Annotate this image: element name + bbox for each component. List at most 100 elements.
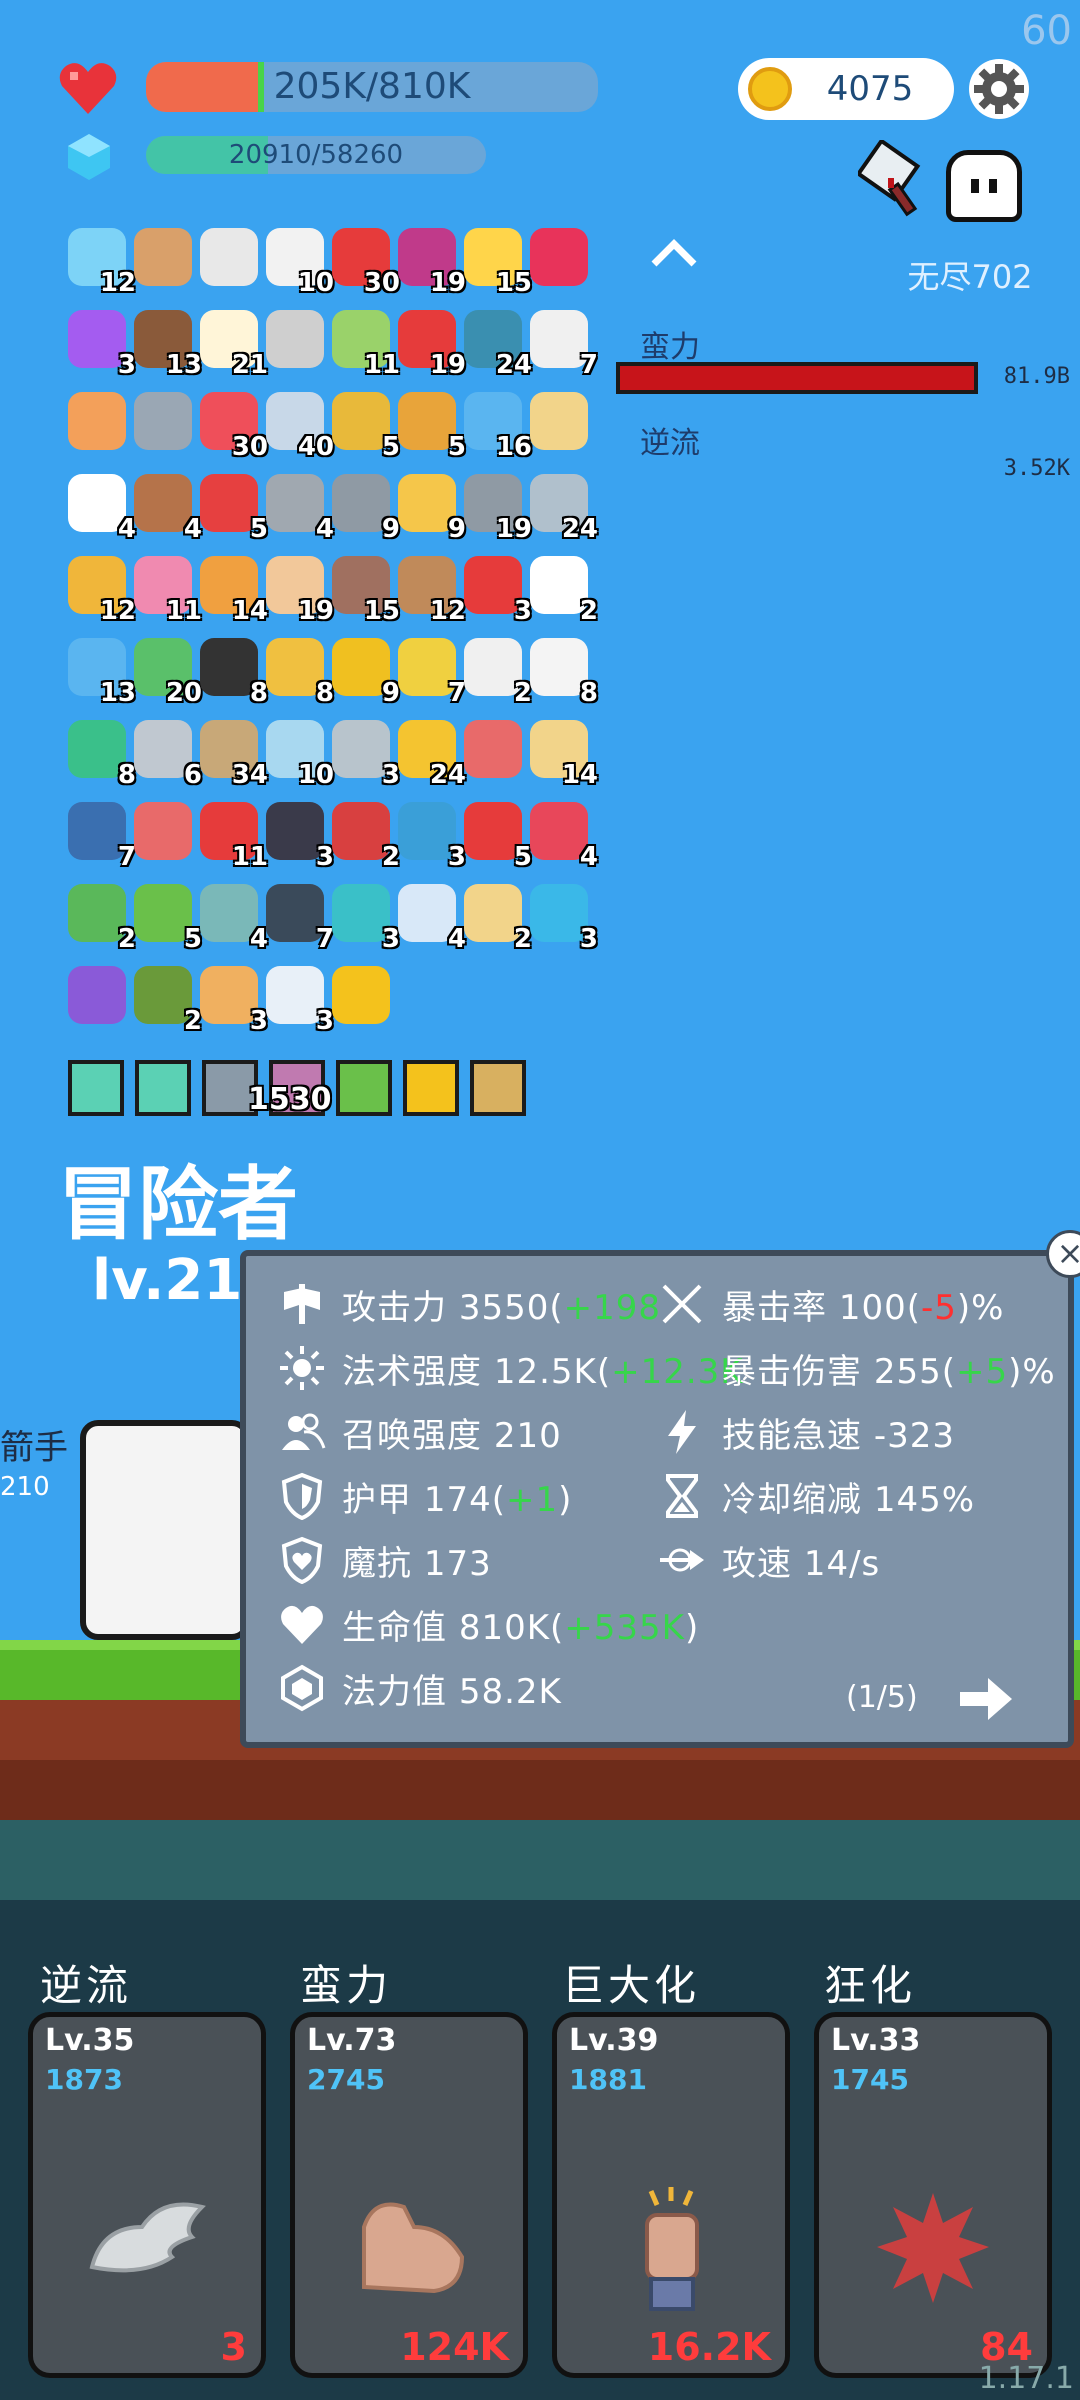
inventory-item[interactable]: 21 <box>196 306 268 380</box>
inventory-item[interactable]: 3 <box>460 552 532 626</box>
inventory-item[interactable]: 19 <box>460 470 532 544</box>
inventory-item[interactable]: 15 <box>460 224 532 298</box>
equipment-slot[interactable] <box>470 1060 526 1116</box>
inventory-item[interactable]: 24 <box>394 716 466 790</box>
mana-crystal-icon <box>281 1664 323 1712</box>
inventory-item[interactable]: 2 <box>328 798 400 872</box>
equipment-slot[interactable] <box>68 1060 124 1116</box>
inventory-item[interactable]: 9 <box>328 470 400 544</box>
inventory-item[interactable]: 24 <box>460 306 532 380</box>
inventory-item[interactable]: 3 <box>262 962 334 1036</box>
hero-sprite[interactable] <box>80 1420 250 1640</box>
inventory-item[interactable] <box>262 306 328 372</box>
inventory-item[interactable]: 4 <box>262 470 334 544</box>
inventory-item[interactable]: 9 <box>328 634 400 708</box>
inventory-item[interactable]: 10 <box>262 716 334 790</box>
inventory-item[interactable]: 3 <box>394 798 466 872</box>
inventory-item[interactable]: 19 <box>394 306 466 380</box>
inventory-item[interactable]: 13 <box>64 634 136 708</box>
inventory-item[interactable]: 2 <box>460 880 532 954</box>
inventory-item[interactable]: 3 <box>262 798 334 872</box>
magic-shield-icon <box>281 1536 323 1584</box>
inventory-item[interactable]: 19 <box>262 552 334 626</box>
inventory-item[interactable] <box>460 716 526 782</box>
inventory-item[interactable]: 8 <box>64 716 136 790</box>
inventory-item[interactable]: 2 <box>460 634 532 708</box>
equipment-slot[interactable] <box>135 1060 191 1116</box>
inventory-item[interactable]: 14 <box>196 552 268 626</box>
inventory-item[interactable]: 4 <box>196 880 268 954</box>
inventory-item[interactable]: 30 <box>328 224 400 298</box>
inventory-item[interactable]: 3 <box>328 716 400 790</box>
skill-card-brute-force[interactable]: Lv.73 2745 124K <box>290 2012 528 2378</box>
inventory-item[interactable]: 4 <box>130 470 202 544</box>
inventory-item[interactable]: 6 <box>130 716 202 790</box>
sun-icon <box>280 1346 324 1390</box>
inventory-item[interactable]: 2 <box>64 880 136 954</box>
inventory-item[interactable] <box>328 962 394 1028</box>
inventory-item[interactable]: 5 <box>460 798 532 872</box>
next-page-arrow-icon[interactable] <box>958 1676 1014 1722</box>
inventory-item[interactable]: 5 <box>394 388 466 462</box>
inventory-item[interactable]: 3 <box>64 306 136 380</box>
inventory-item[interactable] <box>130 798 196 864</box>
inventory-item[interactable]: 8 <box>196 634 268 708</box>
inventory-item[interactable]: 19 <box>394 224 466 298</box>
inventory-item[interactable]: 15 <box>328 552 400 626</box>
inventory-item[interactable] <box>526 388 592 454</box>
inventory-item[interactable] <box>130 224 196 290</box>
inventory-item[interactable]: 12 <box>394 552 466 626</box>
coin-icon <box>748 67 792 111</box>
inventory-item[interactable]: 5 <box>328 388 400 462</box>
gold-counter[interactable]: 4075 <box>738 58 954 120</box>
skill-card-berserk[interactable]: Lv.33 1745 84 <box>814 2012 1052 2378</box>
skill-points: 2745 <box>307 2063 385 2096</box>
skill-card-gigantify[interactable]: Lv.39 1881 16.2K <box>552 2012 790 2378</box>
inventory-item[interactable]: 11 <box>130 552 202 626</box>
inventory-item[interactable]: 12 <box>64 552 136 626</box>
inventory-item[interactable]: 5 <box>196 470 268 544</box>
inventory-item[interactable]: 16 <box>460 388 532 462</box>
skill-points: 1745 <box>831 2063 909 2096</box>
inventory-item[interactable] <box>196 224 262 290</box>
inventory-item[interactable]: 24 <box>526 470 598 544</box>
inventory-item[interactable]: 8 <box>262 634 334 708</box>
stat-mana: 法力值 58.2K <box>342 1672 562 1712</box>
inventory-item[interactable]: 20 <box>130 634 202 708</box>
inventory-item[interactable]: 3 <box>328 880 400 954</box>
inventory-item[interactable]: 40 <box>262 388 334 462</box>
inventory-item[interactable]: 4 <box>526 798 598 872</box>
settings-gear-icon[interactable] <box>966 56 1032 122</box>
inventory-item[interactable]: 34 <box>196 716 268 790</box>
inventory-item[interactable]: 13 <box>130 306 202 380</box>
skill-card-backflow[interactable]: Lv.35 1873 3 <box>28 2012 266 2378</box>
inventory-item[interactable]: 3 <box>526 880 598 954</box>
inventory-item[interactable]: 12 <box>64 224 136 298</box>
inventory-item[interactable] <box>130 388 196 454</box>
inventory-item[interactable]: 7 <box>394 634 466 708</box>
boss-health-bar <box>616 362 978 394</box>
inventory-item[interactable]: 11 <box>328 306 400 380</box>
inventory-item[interactable]: 2 <box>130 962 202 1036</box>
inventory-item[interactable]: 4 <box>64 470 136 544</box>
inventory-item[interactable]: 30 <box>196 388 268 462</box>
collapse-chevron-icon[interactable] <box>646 226 702 282</box>
inventory-item[interactable]: 11 <box>196 798 268 872</box>
inventory-item[interactable]: 7 <box>64 798 136 872</box>
inventory-item[interactable]: 5 <box>130 880 202 954</box>
inventory-item[interactable] <box>64 388 130 454</box>
inventory-item[interactable]: 7 <box>262 880 334 954</box>
inventory-item[interactable]: 7 <box>526 306 598 380</box>
inventory-item[interactable]: 14 <box>526 716 598 790</box>
inventory-item[interactable] <box>526 224 592 290</box>
stat-attack-speed: 攻速 14/s <box>722 1544 881 1584</box>
inventory-item[interactable]: 10 <box>262 224 334 298</box>
inventory-item[interactable]: 8 <box>526 634 598 708</box>
inventory-item[interactable]: 3 <box>196 962 268 1036</box>
inventory-item[interactable]: 2 <box>526 552 598 626</box>
equipment-slot[interactable] <box>403 1060 459 1116</box>
inventory-item[interactable]: 9 <box>394 470 466 544</box>
inventory-item[interactable] <box>64 962 130 1028</box>
equipment-slot[interactable] <box>336 1060 392 1116</box>
inventory-item[interactable]: 4 <box>394 880 466 954</box>
